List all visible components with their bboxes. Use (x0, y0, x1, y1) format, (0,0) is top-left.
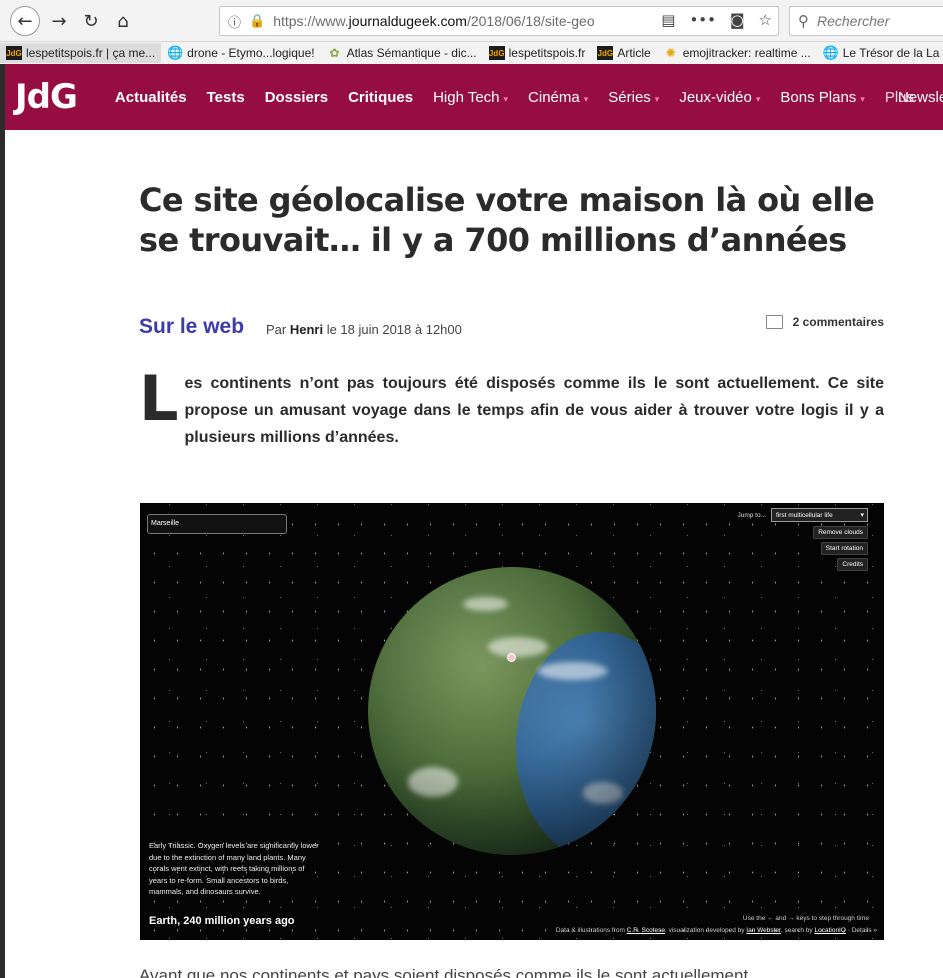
jdg-favicon: JdG (597, 46, 614, 60)
bookmark-item[interactable]: 🌐 Le Trésor de la La (817, 43, 943, 63)
chevron-down-icon: ▾ (503, 93, 509, 104)
menu-item-label: Jeux-vidéo (679, 88, 752, 106)
browser-toolbar: ← → ↻ ⌂ ⓘ 🔒 https://www.journaldugeek.co… (0, 0, 943, 42)
scotese-link[interactable]: C.R. Scotese (627, 927, 665, 934)
site-logo[interactable]: JdG (15, 77, 78, 117)
comments-link[interactable]: 2 commentaires (765, 315, 884, 329)
main-menu: Actualités Tests Dossiers Critiques High Tec… (115, 89, 934, 106)
reload-icon: ↻ (83, 10, 99, 32)
lock-icon[interactable]: 🔒 (249, 14, 265, 29)
bookmark-item[interactable]: ✿ Atlas Sémantique - dic... (321, 43, 483, 63)
author-link[interactable]: Henri (290, 322, 323, 337)
menu-item[interactable]: Jeux-vidéo ▾ (679, 89, 760, 106)
menu-item[interactable]: High Tech ▾ (433, 89, 508, 106)
start-rotation-button[interactable]: Start rotation (820, 542, 868, 555)
locationiq-link[interactable]: LocationIQ (814, 927, 845, 934)
location-marker[interactable] (507, 653, 516, 662)
era-description: Early Triassic. Oxygen levels are signif… (149, 841, 319, 896)
article-meta: Sur le web Par Henri le 18 juin 2018 à 1… (139, 313, 884, 343)
pocket-icon[interactable]: ◙ (730, 11, 745, 29)
back-button[interactable]: ← (10, 6, 40, 36)
comment-icon (765, 315, 783, 329)
article-body: Avant que nos continents et pays soient … (139, 966, 753, 978)
article-lead: Les continents n’ont pas toujours été di… (139, 362, 884, 447)
section-link[interactable]: Sur le web (139, 315, 244, 339)
search-icon: ⚲ (798, 12, 809, 30)
menu-item-label: Tests (206, 88, 245, 106)
hero-image[interactable]: Marseille Jump to... first multicellular… (140, 503, 884, 940)
window-edge (0, 64, 5, 978)
menu-item-label: Bons Plans (780, 88, 857, 106)
bookmark-star-icon[interactable]: ☆ (759, 11, 772, 29)
emoji-icon: ✺ (665, 46, 676, 60)
menu-item-label: Séries (608, 88, 651, 106)
menu-item[interactable]: Tests (207, 89, 245, 106)
menu-item[interactable]: Bons Plans ▾ (780, 89, 864, 106)
bookmarks-bar: JdG lespetitspois.fr | ça me... 🌐 drone - E… (0, 42, 943, 64)
home-icon: ⌂ (117, 10, 129, 32)
menu-item[interactable]: Séries ▾ (608, 89, 659, 106)
bookmark-label: lespetitspois.fr (508, 46, 586, 60)
globe-shading (368, 567, 656, 855)
chevron-down-icon: ▾ (583, 93, 589, 104)
atlas-icon: ✿ (329, 46, 340, 60)
home-button[interactable]: ⌂ (108, 6, 138, 36)
forward-button[interactable]: → (44, 6, 74, 36)
remove-clouds-button[interactable]: Remove clouds (813, 526, 868, 539)
bookmark-label: Le Trésor de la La (842, 46, 940, 60)
menu-item-label: High Tech (433, 88, 500, 106)
drop-cap: L (139, 362, 179, 435)
arrow-left-icon: ← (17, 10, 33, 32)
jump-control: Jump to... first multicellular life (737, 508, 868, 522)
byline: Par Henri le 18 juin 2018 à 12h00 (266, 322, 462, 337)
site-header: JdG Actualités Tests Dossiers Critiques High… (5, 64, 943, 130)
bookmark-label: drone - Etymo...logique! (187, 46, 315, 60)
era-label: Earth, 240 million years ago (149, 915, 295, 927)
info-icon[interactable]: ⓘ (228, 12, 241, 31)
jump-select[interactable]: first multicellular life (771, 508, 868, 522)
menu-item[interactable]: Critiques (348, 89, 413, 106)
earth-globe (368, 567, 656, 855)
bookmark-item[interactable]: ✺ emojitracker: realtime ... (657, 43, 817, 63)
search-bar[interactable]: ⚲ Rechercher (789, 6, 943, 36)
keys-hint: Use the ← and → keys to step through tim… (742, 915, 869, 922)
bookmark-item[interactable]: 🌐 drone - Etymo...logique! (161, 43, 320, 63)
reader-view-icon[interactable]: ▤ (661, 11, 675, 29)
menu-item-label: Cinéma (528, 88, 580, 106)
details-link[interactable]: · Details » (846, 927, 877, 934)
credits-button[interactable]: Credits (837, 558, 868, 571)
url-bar[interactable]: ⓘ 🔒 https://www.journaldugeek.com/2018/0… (219, 6, 779, 36)
globe-icon: 🌐 (822, 45, 839, 61)
jdg-favicon: JdG (6, 46, 22, 60)
globe-icon: 🌐 (167, 45, 184, 61)
bookmark-item[interactable]: JdG Article (591, 43, 656, 63)
bookmark-label: emojitracker: realtime ... (682, 46, 811, 60)
reload-button[interactable]: ↻ (76, 6, 106, 36)
webster-link[interactable]: Ian Webster (746, 927, 781, 934)
location-input[interactable]: Marseille (147, 514, 287, 534)
chevron-down-icon: ▾ (860, 93, 865, 104)
image-credits: Data & illustrations from C.R. Scotese, … (555, 927, 877, 934)
chevron-down-icon: ▾ (755, 93, 761, 104)
search-placeholder: Rechercher (817, 13, 890, 29)
bookmark-label: lespetitspois.fr | ça me... (26, 46, 156, 60)
menu-item-label: Actualités (114, 88, 187, 106)
arrow-right-icon: → (51, 10, 67, 32)
more-actions-icon[interactable]: ••• (689, 11, 716, 29)
menu-item[interactable]: Dossiers (265, 89, 328, 106)
article-title: Ce site géolocalise votre maison là où e… (139, 181, 875, 259)
bookmark-item[interactable]: JdG lespetitspois.fr (483, 43, 592, 63)
bookmark-item[interactable]: JdG lespetitspois.fr | ça me... (0, 43, 162, 63)
menu-item[interactable]: Cinéma ▾ (528, 89, 588, 106)
newsletter-link[interactable]: Newsle (898, 89, 943, 106)
chevron-down-icon: ▾ (654, 93, 660, 104)
bookmark-label: Atlas Sémantique - dic... (346, 46, 477, 60)
url-text[interactable]: https://www.journaldugeek.com/2018/06/18… (273, 13, 628, 29)
jump-label: Jump to... (737, 511, 766, 519)
menu-item[interactable]: Actualités (115, 89, 187, 106)
jdg-favicon: JdG (488, 46, 505, 60)
bookmark-label: Article (617, 46, 651, 60)
menu-item-label: Dossiers (264, 88, 329, 106)
menu-item-label: Critiques (348, 88, 414, 106)
